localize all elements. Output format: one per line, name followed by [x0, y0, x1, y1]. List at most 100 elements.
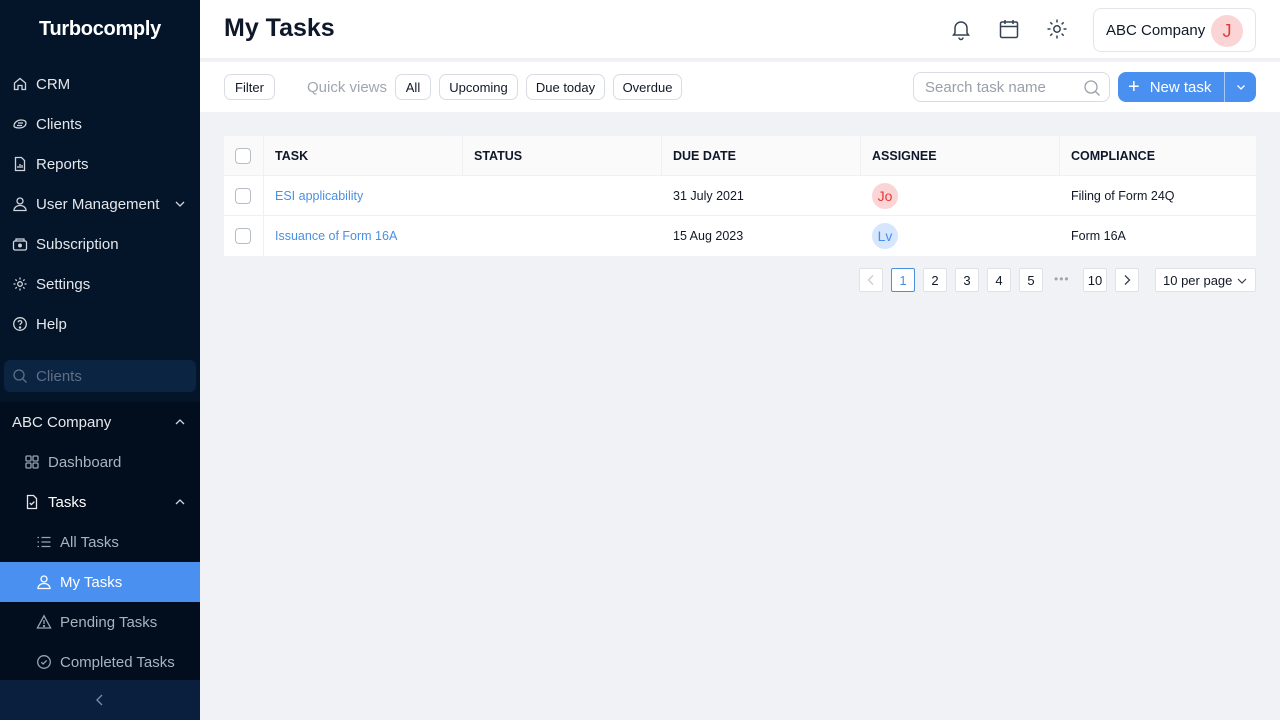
- task-search-input[interactable]: [925, 78, 1085, 96]
- sidebar-client-search[interactable]: [4, 360, 196, 392]
- sidebar: Turbocomply CRM Clients Reports User Man…: [0, 0, 200, 720]
- sidebar-item-label: Dashboard: [48, 453, 122, 471]
- task-link[interactable]: ESI applicability: [275, 189, 363, 203]
- column-header-compliance[interactable]: COMPLIANCE: [1060, 136, 1256, 175]
- new-task-dropdown-button[interactable]: [1224, 72, 1256, 102]
- sidebar-item-crm[interactable]: CRM: [0, 64, 200, 104]
- select-all-checkbox[interactable]: [235, 147, 251, 164]
- subscription-icon: [12, 236, 28, 252]
- sidebar-item-label: Settings: [36, 275, 91, 293]
- column-header-assignee[interactable]: ASSIGNEE: [861, 136, 1060, 175]
- sidebar-item-label: User Management: [36, 195, 160, 213]
- sidebar-item-label: Tasks: [48, 493, 87, 511]
- quick-view-all[interactable]: All: [395, 74, 431, 100]
- app-logo: Turbocomply: [39, 18, 161, 40]
- filter-button[interactable]: Filter: [224, 74, 275, 100]
- column-header-status[interactable]: STATUS: [463, 136, 662, 175]
- pagination-page-1[interactable]: 1: [891, 268, 915, 292]
- sidebar-item-dashboard[interactable]: Dashboard: [0, 442, 200, 482]
- per-page-value: 10 per page: [1163, 272, 1233, 288]
- pagination-ellipsis[interactable]: •••: [1054, 272, 1070, 286]
- sidebar-item-all-tasks[interactable]: All Tasks: [0, 522, 200, 562]
- sidebar-item-clients[interactable]: Clients: [0, 104, 200, 144]
- sidebar-item-my-tasks[interactable]: My Tasks: [0, 562, 200, 602]
- sidebar-item-tasks[interactable]: Tasks: [0, 482, 200, 522]
- handshake-icon: [12, 116, 28, 132]
- task-toolbar: Filter Quick views All Upcoming Due toda…: [200, 62, 1280, 112]
- bell-icon[interactable]: [949, 17, 973, 41]
- sidebar-item-user-management[interactable]: User Management: [0, 184, 200, 224]
- help-icon: [12, 316, 28, 332]
- new-task-button[interactable]: + New task: [1118, 72, 1224, 102]
- sidebar-item-completed-tasks[interactable]: Completed Tasks: [0, 642, 200, 682]
- sidebar-item-label: Reports: [36, 155, 89, 173]
- table-header-row: TASK STATUS DUE DATE ASSIGNEE COMPLIANCE: [224, 136, 1256, 176]
- user-icon: [12, 196, 28, 212]
- sidebar-item-pending-tasks[interactable]: Pending Tasks: [0, 602, 200, 642]
- pagination-next-button[interactable]: [1115, 268, 1139, 292]
- chevron-right-icon: [1124, 275, 1131, 285]
- per-page-select[interactable]: 10 per page: [1155, 268, 1256, 292]
- quick-view-overdue[interactable]: Overdue: [613, 74, 682, 100]
- column-header-task[interactable]: TASK: [264, 136, 463, 175]
- task-file-icon: [24, 494, 40, 510]
- tasks-table: TASK STATUS DUE DATE ASSIGNEE COMPLIANCE…: [224, 136, 1256, 256]
- sidebar-item-subscription[interactable]: Subscription: [0, 224, 200, 264]
- gear-icon: [12, 276, 28, 292]
- row-checkbox[interactable]: [235, 187, 251, 204]
- sidebar-item-label: Pending Tasks: [60, 613, 158, 631]
- pagination-prev-button[interactable]: [859, 268, 883, 292]
- sidebar-item-reports[interactable]: Reports: [0, 144, 200, 184]
- page-header: My Tasks ABC Company J: [200, 0, 1280, 60]
- chevron-down-icon: [1237, 278, 1247, 284]
- sidebar-item-label: Completed Tasks: [60, 653, 175, 671]
- row-select-cell: [224, 216, 264, 256]
- search-icon: [13, 369, 27, 383]
- chevron-down-icon: [1236, 85, 1245, 90]
- column-header-due-date[interactable]: DUE DATE: [662, 136, 861, 175]
- pagination-page-last[interactable]: 10: [1083, 268, 1107, 292]
- gear-icon[interactable]: [1045, 17, 1069, 41]
- assignee-avatar: Lv: [872, 223, 898, 249]
- sidebar-item-settings[interactable]: Settings: [0, 264, 200, 304]
- plus-icon: +: [1128, 76, 1140, 98]
- task-search[interactable]: [913, 72, 1110, 102]
- client-name: ABC Company: [12, 413, 112, 431]
- row-checkbox[interactable]: [235, 228, 251, 244]
- select-all-cell: [224, 136, 264, 175]
- sidebar-item-label: Clients: [36, 115, 82, 133]
- compliance-cell: Form 16A: [1071, 229, 1126, 243]
- calendar-icon[interactable]: [997, 17, 1021, 41]
- chevron-left-icon: [867, 275, 874, 285]
- pagination-page-3[interactable]: 3: [955, 268, 979, 292]
- company-switcher[interactable]: ABC Company J: [1093, 8, 1256, 52]
- sidebar-item-label: All Tasks: [60, 533, 119, 551]
- sidebar-item-label: My Tasks: [60, 573, 123, 591]
- sidebar-item-help[interactable]: Help: [0, 304, 200, 344]
- chevron-down-icon: [175, 201, 185, 207]
- quick-view-upcoming[interactable]: Upcoming: [439, 74, 518, 100]
- check-circle-icon: [36, 654, 52, 670]
- home-icon: [12, 76, 28, 92]
- quick-view-due-today[interactable]: Due today: [526, 74, 605, 100]
- sidebar-item-label: Help: [36, 315, 67, 333]
- list-icon: [36, 534, 52, 550]
- table-row: Issuance of Form 16A 15 Aug 2023 Lv Form…: [224, 216, 1256, 256]
- pagination-page-5[interactable]: 5: [1019, 268, 1043, 292]
- chevron-up-icon: [175, 499, 185, 505]
- quick-views-label: Quick views: [307, 79, 388, 96]
- sidebar-item-label: CRM: [36, 75, 71, 93]
- client-header-abc-company[interactable]: ABC Company: [0, 402, 200, 442]
- sidebar-collapse-button[interactable]: [0, 680, 200, 720]
- pagination-page-4[interactable]: 4: [987, 268, 1011, 292]
- client-search-input[interactable]: [36, 367, 186, 385]
- assignee-avatar: Jo: [872, 182, 898, 209]
- new-task-label: New task: [1149, 78, 1212, 96]
- task-link[interactable]: Issuance of Form 16A: [275, 229, 397, 243]
- sidebar-item-label: Subscription: [36, 235, 119, 253]
- user-icon: [36, 574, 52, 590]
- search-icon: [1084, 80, 1100, 96]
- row-select-cell: [224, 176, 264, 215]
- pagination-page-2[interactable]: 2: [923, 268, 947, 292]
- user-avatar: J: [1211, 15, 1243, 47]
